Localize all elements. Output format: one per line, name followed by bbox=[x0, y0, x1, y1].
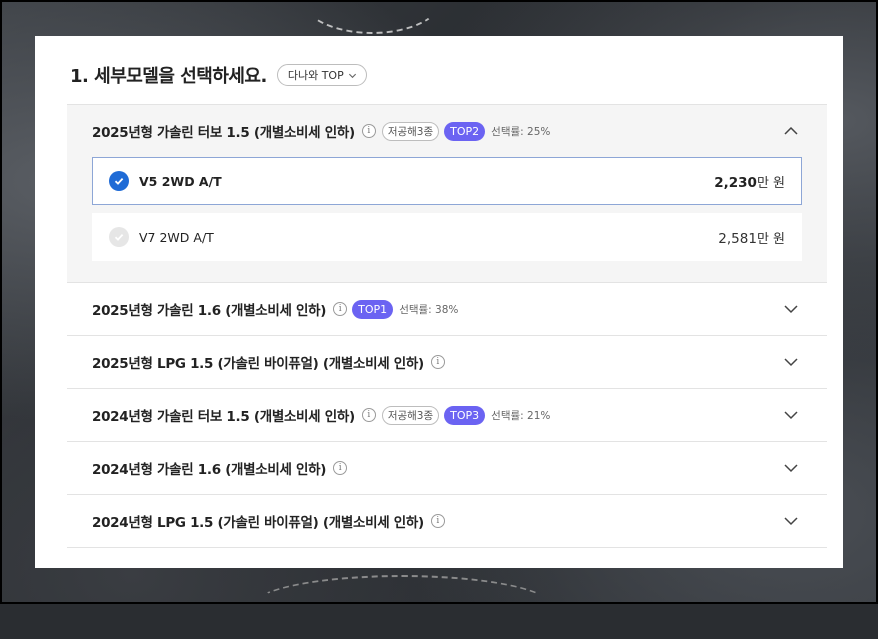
section-title: 2025년형 LPG 1.5 (가솔린 바이퓨얼) (개별소비세 인하) bbox=[92, 356, 424, 372]
check-icon[interactable] bbox=[109, 227, 129, 247]
low-emission-badge: 저공해3종 bbox=[381, 405, 440, 425]
section-header[interactable]: 2025년형 가솔린 터보 1.5 (개별소비세 인하) i 저공해3종 TOP… bbox=[67, 105, 827, 157]
section-header[interactable]: 2025년형 가솔린 1.6 (개별소비세 인하) i TOP1 선택률: 38… bbox=[67, 283, 827, 335]
low-emission-badge: 저공해3종 bbox=[381, 121, 440, 141]
section-header[interactable]: 2024년형 LPG 1.5 (가솔린 바이퓨얼) (개별소비세 인하) i bbox=[67, 495, 827, 547]
top-rank-badge: TOP1 bbox=[352, 299, 394, 319]
info-icon[interactable]: i bbox=[430, 355, 445, 369]
model-accordion: 2025년형 가솔린 터보 1.5 (개별소비세 인하) i 저공해3종 TOP… bbox=[67, 104, 827, 548]
model-section: 2024년형 가솔린 터보 1.5 (개별소비세 인하) i 저공해3종 TOP… bbox=[67, 388, 827, 441]
sort-dropdown[interactable]: 다나와 TOP bbox=[276, 64, 367, 86]
section-title: 2024년형 가솔린 터보 1.5 (개별소비세 인하) bbox=[92, 409, 355, 425]
info-icon[interactable]: i bbox=[361, 408, 376, 422]
selection-rate: 선택률: 25% bbox=[491, 125, 551, 138]
section-header[interactable]: 2025년형 LPG 1.5 (가솔린 바이퓨얼) (개별소비세 인하) i bbox=[67, 336, 827, 388]
trim-options: V5 2WD A/T 2,230만 원 V7 2WD A/T 2,581만 원 bbox=[67, 157, 827, 282]
top-rank-badge: TOP2 bbox=[444, 121, 486, 141]
model-section: 2024년형 LPG 1.5 (가솔린 바이퓨얼) (개별소비세 인하) i bbox=[67, 494, 827, 548]
price-value: 2,581 bbox=[718, 230, 757, 247]
info-icon[interactable]: i bbox=[430, 514, 445, 528]
section-title: 2024년형 LPG 1.5 (가솔린 바이퓨얼) (개별소비세 인하) bbox=[92, 515, 424, 531]
trim-option[interactable]: V7 2WD A/T 2,581만 원 bbox=[92, 213, 802, 261]
info-icon[interactable]: i bbox=[333, 302, 348, 316]
price-unit: 만 원 bbox=[756, 231, 785, 247]
check-icon[interactable] bbox=[109, 171, 129, 191]
info-icon[interactable]: i bbox=[333, 461, 348, 475]
info-icon[interactable]: i bbox=[361, 124, 376, 138]
section-title: 2024년형 가솔린 1.6 (개별소비세 인하) bbox=[92, 462, 327, 478]
model-section: 2024년형 가솔린 1.6 (개별소비세 인하) i bbox=[67, 441, 827, 494]
section-title: 2025년형 가솔린 1.6 (개별소비세 인하) bbox=[92, 303, 327, 319]
chevron-down-icon[interactable] bbox=[783, 302, 799, 316]
trim-name: V7 2WD A/T bbox=[139, 229, 214, 245]
model-select-card: 1. 세부모델을 선택하세요. 다나와 TOP 2025년형 가솔린 터보 1.… bbox=[35, 36, 843, 568]
price-unit: 만 원 bbox=[756, 175, 785, 191]
chevron-down-icon[interactable] bbox=[783, 408, 799, 422]
model-section: 2025년형 가솔린 1.6 (개별소비세 인하) i TOP1 선택률: 38… bbox=[67, 282, 827, 335]
chevron-down-icon[interactable] bbox=[783, 355, 799, 369]
model-section: 2025년형 가솔린 터보 1.5 (개별소비세 인하) i 저공해3종 TOP… bbox=[67, 104, 827, 282]
background-stitch bbox=[250, 575, 554, 639]
chevron-down-icon[interactable] bbox=[783, 514, 799, 528]
page-title: 1. 세부모델을 선택하세요. bbox=[70, 66, 267, 87]
trim-price: 2,581만 원 bbox=[718, 228, 785, 247]
trim-price: 2,230만 원 bbox=[714, 172, 785, 191]
section-header[interactable]: 2024년형 가솔린 1.6 (개별소비세 인하) i bbox=[67, 442, 827, 494]
section-title: 2025년형 가솔린 터보 1.5 (개별소비세 인하) bbox=[92, 125, 355, 141]
section-header[interactable]: 2024년형 가솔린 터보 1.5 (개별소비세 인하) i 저공해3종 TOP… bbox=[67, 389, 827, 441]
chevron-down-icon bbox=[348, 73, 356, 78]
model-section: 2025년형 LPG 1.5 (가솔린 바이퓨얼) (개별소비세 인하) i bbox=[67, 335, 827, 388]
selection-rate: 선택률: 21% bbox=[491, 409, 551, 422]
price-value: 2,230 bbox=[714, 174, 757, 191]
selection-rate: 선택률: 38% bbox=[399, 303, 459, 316]
chevron-up-icon[interactable] bbox=[783, 124, 799, 138]
chevron-down-icon[interactable] bbox=[783, 461, 799, 475]
trim-name: V5 2WD A/T bbox=[139, 173, 222, 189]
trim-option[interactable]: V5 2WD A/T 2,230만 원 bbox=[92, 157, 802, 205]
top-rank-badge: TOP3 bbox=[444, 405, 486, 425]
card-header: 1. 세부모델을 선택하세요. 다나와 TOP bbox=[70, 62, 367, 88]
sort-label: 다나와 TOP bbox=[287, 69, 344, 82]
